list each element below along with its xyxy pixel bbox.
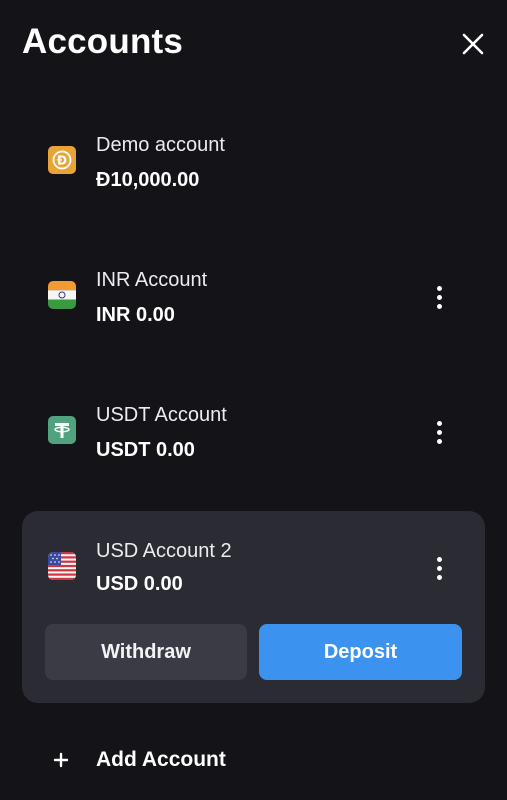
india-flag-icon	[48, 281, 76, 309]
account-name: INR Account	[96, 269, 208, 291]
usa-flag-icon	[48, 552, 76, 580]
more-options-icon[interactable]	[427, 281, 451, 313]
account-item-demo[interactable]: Đ Demo account Đ10,000.00	[22, 105, 485, 215]
add-account-button[interactable]: Add Account	[50, 738, 250, 782]
account-balance: USD 0.00	[96, 573, 183, 595]
page-title: Accounts	[22, 22, 184, 61]
account-name: USDT Account	[96, 404, 227, 426]
account-name: Demo account	[96, 134, 225, 156]
demo-coin-glyph: Đ	[57, 154, 67, 168]
account-balance: INR 0.00	[96, 304, 175, 326]
account-card-usd-selected[interactable]: USD Account 2 USD 0.00 Withdraw Deposit	[22, 511, 485, 703]
add-account-label: Add Account	[96, 748, 226, 771]
account-name: USD Account 2	[96, 540, 232, 562]
tether-icon	[48, 416, 76, 444]
account-item-usdt[interactable]: USDT Account USDT 0.00	[22, 375, 485, 485]
account-balance: Đ10,000.00	[96, 169, 200, 191]
withdraw-button[interactable]: Withdraw	[45, 624, 247, 680]
deposit-button[interactable]: Deposit	[259, 624, 462, 680]
account-balance: USDT 0.00	[96, 439, 195, 461]
more-options-icon[interactable]	[427, 416, 451, 448]
more-options-icon[interactable]	[427, 552, 451, 584]
account-item-inr[interactable]: INR Account INR 0.00	[22, 240, 485, 350]
close-icon[interactable]	[456, 27, 490, 61]
plus-icon	[53, 752, 69, 768]
demo-coin-icon: Đ	[48, 146, 76, 174]
